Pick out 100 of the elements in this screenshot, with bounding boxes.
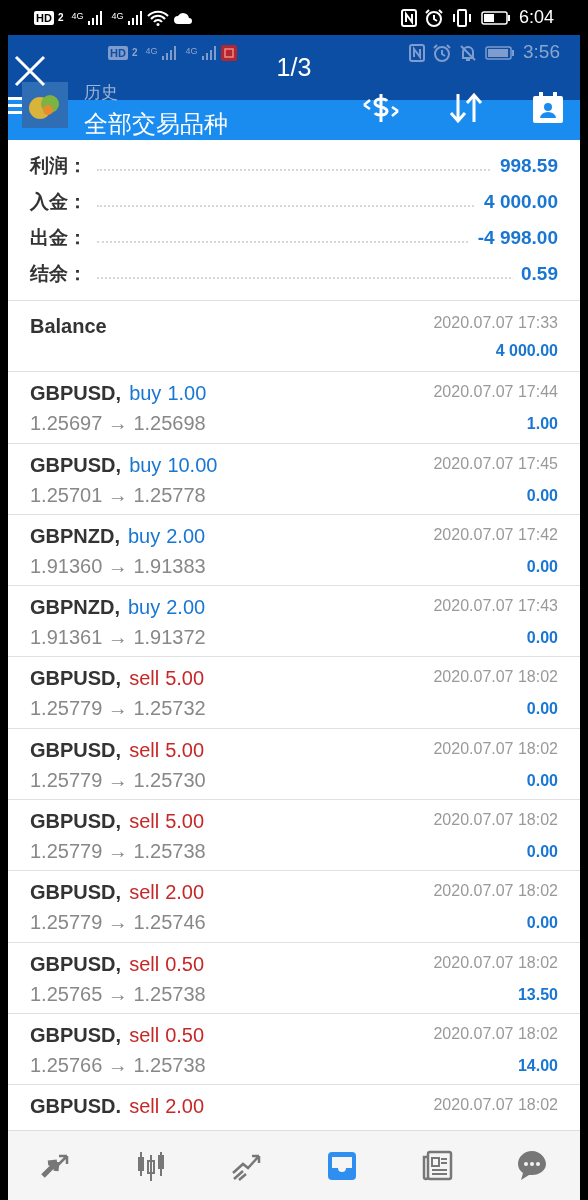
trade-side: sell xyxy=(129,809,160,835)
app-logo-icon xyxy=(22,82,68,128)
trade-prices: 1.91361 → 1.91372 xyxy=(30,625,206,651)
nfc-icon xyxy=(400,8,417,27)
trade-profit: 0.00 xyxy=(526,556,558,577)
trade-side: sell xyxy=(129,1094,160,1120)
battery-icon xyxy=(485,44,515,61)
trade-time: 2020.07.07 18:02 xyxy=(433,952,558,973)
trade-volume: 1.00 xyxy=(167,381,207,407)
trade-prices: 1.91360 → 1.91383 xyxy=(30,553,206,579)
menu-icon[interactable] xyxy=(8,94,22,117)
summary-label: 入金： xyxy=(30,189,87,214)
trade-time: 2020.07.07 17:42 xyxy=(433,524,558,545)
hd-label: HD xyxy=(34,10,54,25)
trade-side: sell xyxy=(129,951,160,977)
trade-volume: 0.50 xyxy=(165,1022,205,1048)
hd-label: HD xyxy=(108,45,128,60)
summary-label: 利润： xyxy=(30,153,87,178)
trade-time: 2020.07.07 18:02 xyxy=(433,667,558,688)
summary-value: 998.59 xyxy=(499,153,558,178)
trade-side: sell xyxy=(129,737,160,763)
calendar-icon[interactable] xyxy=(532,92,564,124)
close-icon[interactable] xyxy=(12,53,48,89)
trade-time: 2020.07.07 17:44 xyxy=(433,382,558,403)
trade-prices: 1.25779 → 1.25746 xyxy=(30,910,206,936)
cloud-icon xyxy=(173,10,194,25)
trade-time: 2020.07.07 17:43 xyxy=(433,596,558,617)
signal-icon xyxy=(201,44,218,61)
status-time: 6:04 xyxy=(518,6,554,29)
trade-symbol: GBPUSD. xyxy=(30,1094,122,1120)
trade-symbol: GBPNZD, xyxy=(30,595,120,621)
bell-off-icon xyxy=(459,43,477,62)
signal-icon xyxy=(127,9,144,26)
network-type: 4G xyxy=(145,44,158,58)
trade-volume: 0.50 xyxy=(165,951,205,977)
screen-title: 全部交易品种 xyxy=(84,108,228,139)
trade-symbol: GBPUSD, xyxy=(30,809,122,835)
trade-symbol: GBPUSD, xyxy=(30,951,122,977)
trade-symbol: GBPUSD, xyxy=(30,880,122,906)
nfc-icon xyxy=(409,43,425,62)
trade-side: buy xyxy=(128,595,161,621)
chat-icon[interactable] xyxy=(515,1148,548,1183)
trade-profit: 0.00 xyxy=(526,842,558,863)
screen-subtitle: 历史 xyxy=(84,82,119,105)
trade-volume: 2.00 xyxy=(165,1094,205,1120)
transaction-amount: 4 000.00 xyxy=(495,341,558,361)
trade-time: 2020.07.07 18:02 xyxy=(433,738,558,759)
trade-symbol: GBPUSD, xyxy=(30,452,122,478)
trade-symbol: GBPUSD, xyxy=(30,1022,122,1048)
app-notification-icon xyxy=(221,44,238,61)
network-type: 4G xyxy=(111,9,124,23)
trade-profit: 14.00 xyxy=(517,1055,558,1076)
transaction-type: Balance xyxy=(30,314,107,339)
trade-profit: 1.00 xyxy=(526,414,558,435)
trade-side: sell xyxy=(129,1022,160,1048)
trade-prices: 1.25701 → 1.25778 xyxy=(30,482,207,508)
trade-profit: 0.00 xyxy=(526,485,558,506)
trade-profit: 0.00 xyxy=(526,628,558,649)
summary-value: 4 000.00 xyxy=(484,189,558,214)
trade-prices: 1.25765 → 1.25738 xyxy=(30,981,206,1007)
trade-prices: 1.25779 → 1.25730 xyxy=(30,767,206,793)
trade-volume: 5.00 xyxy=(165,737,205,763)
trade-side: sell xyxy=(129,880,160,906)
transaction-time: 2020.07.07 17:33 xyxy=(433,313,558,333)
alarm-icon xyxy=(433,43,451,62)
trade-prices: 1.25779 → 1.25732 xyxy=(30,696,206,722)
trade-symbol: GBPNZD, xyxy=(30,523,120,549)
network-type: 4G xyxy=(71,9,84,23)
newspaper-icon[interactable] xyxy=(420,1148,453,1183)
signal-icon xyxy=(161,44,178,61)
trade-side: buy xyxy=(129,381,162,407)
trade-prices: 1.25779 → 1.25738 xyxy=(30,839,206,865)
trade-prices: 1.25697 → 1.25698 xyxy=(30,411,207,437)
sim-number: 2 xyxy=(57,11,64,25)
trade-side: sell xyxy=(129,666,160,692)
trade-side: buy xyxy=(129,452,162,478)
summary-value: 0.59 xyxy=(521,261,558,286)
trade-volume: 5.00 xyxy=(165,809,205,835)
trade-profit: 13.50 xyxy=(517,984,558,1005)
trade-symbol: GBPUSD, xyxy=(30,737,122,763)
trade-symbol: GBPUSD, xyxy=(30,666,122,692)
trade-time: 2020.07.07 18:02 xyxy=(433,810,558,831)
summary-value: -4 998.00 xyxy=(477,225,558,250)
trade-volume: 2.00 xyxy=(166,523,206,549)
currency-exchange-icon[interactable] xyxy=(362,91,400,125)
trade-profit: 0.00 xyxy=(526,913,558,934)
network-type: 4G xyxy=(185,44,198,58)
trade-volume: 2.00 xyxy=(166,595,206,621)
trade-time: 2020.07.07 17:45 xyxy=(433,453,558,474)
trade-time: 2020.07.07 18:02 xyxy=(433,1023,558,1044)
battery-icon xyxy=(480,9,511,26)
alarm-icon xyxy=(424,8,443,27)
trade-volume: 10.00 xyxy=(167,452,218,478)
signal-icon xyxy=(87,9,104,26)
summary-label: 结余： xyxy=(30,261,87,286)
sort-icon[interactable] xyxy=(448,92,484,124)
trade-prices: 1.25766 → 1.25738 xyxy=(30,1052,206,1078)
trade-side: buy xyxy=(128,523,161,549)
trade-time: 2020.07.07 18:02 xyxy=(433,881,558,902)
summary-label: 出金： xyxy=(30,225,87,250)
